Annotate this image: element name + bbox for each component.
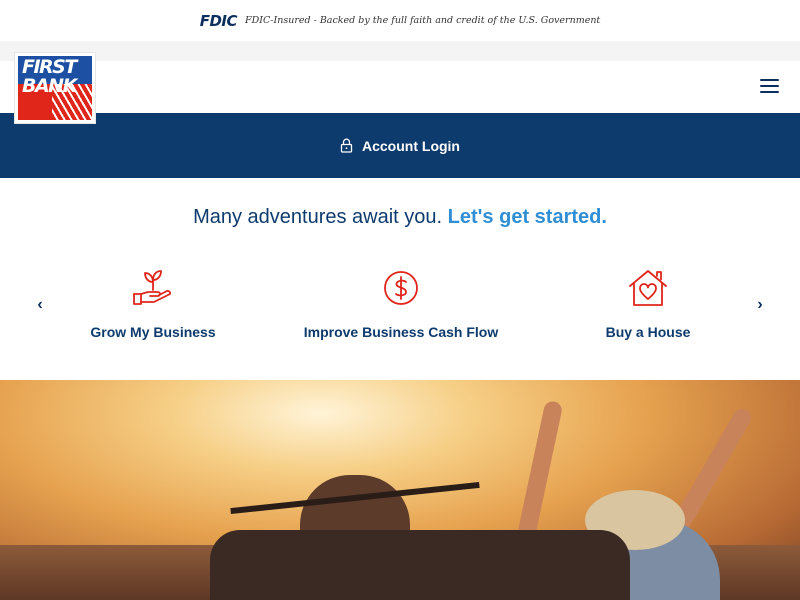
hamburger-menu-icon[interactable] — [760, 79, 779, 95]
first-bank-logo[interactable]: FIRST BANK — [15, 53, 95, 123]
house-heart-icon — [629, 270, 667, 306]
carousel-card-label: Buy a House — [605, 324, 691, 340]
carousel-prev-button[interactable]: ‹ — [33, 296, 47, 314]
fdic-banner: FDIC FDIC-Insured - Backed by the full f… — [0, 0, 800, 41]
top-nav — [0, 61, 800, 113]
carousel-card-label: Grow My Business — [90, 324, 216, 340]
dollar-circle-icon — [384, 271, 418, 305]
carousel-card-label: Improve Business Cash Flow — [303, 324, 499, 340]
headline-main: Many adventures await you. — [193, 206, 443, 228]
logo-lettering: FIRST BANK — [22, 56, 77, 97]
hand-sprout-icon — [133, 270, 171, 305]
carousel-card-buy-house[interactable]: Buy a House — [606, 268, 690, 340]
account-login-label: Account Login — [362, 137, 460, 154]
hero-image — [0, 380, 800, 600]
fdic-logo: FDIC — [199, 11, 238, 30]
carousel-next-button[interactable]: › — [753, 296, 767, 314]
header-divider — [0, 41, 800, 61]
chevron-right-icon: › — [757, 296, 763, 313]
fdic-statement: FDIC-Insured - Backed by the full faith … — [245, 15, 601, 26]
carousel-card-grow-business[interactable]: Grow My Business — [90, 268, 216, 340]
headline-cta: Let's get started. — [447, 206, 607, 228]
account-login-band: Account Login — [0, 113, 800, 178]
headline: Many adventures await you. Let's get sta… — [0, 206, 800, 229]
carousel-card-cash-flow[interactable]: Improve Business Cash Flow — [303, 268, 499, 340]
chevron-left-icon: ‹ — [37, 296, 43, 313]
account-login-button[interactable]: Account Login — [340, 138, 460, 154]
lock-icon — [340, 138, 353, 153]
